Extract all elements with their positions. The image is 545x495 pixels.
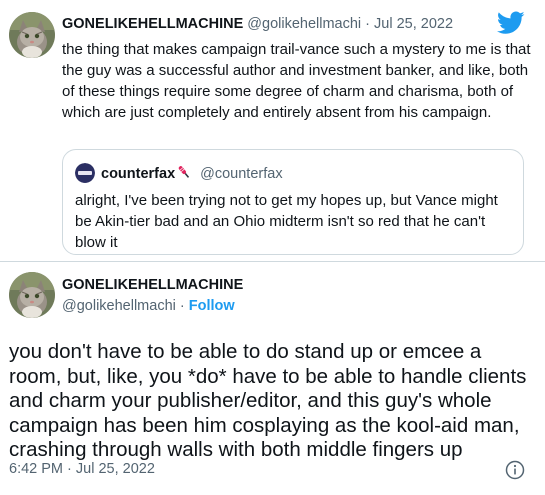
microphone-icon <box>176 164 192 180</box>
parent-tweet: GONELIKEHELLMACHINE @golikehellmachi · J… <box>0 0 545 262</box>
author-handle[interactable]: @golikehellmachi <box>62 298 176 314</box>
quoted-author-name: counterfax <box>101 166 176 182</box>
info-icon[interactable] <box>505 460 525 480</box>
quoted-author-handle: @counterfax <box>200 166 283 182</box>
cat-avatar-image <box>9 272 55 318</box>
author-name[interactable]: GONELIKEHELLMACHINE <box>62 16 243 32</box>
quoted-tweet[interactable]: counterfax @counterfax alright, I've been… <box>62 149 524 255</box>
parent-tweet-header: GONELIKEHELLMACHINE @golikehellmachi · J… <box>62 16 453 32</box>
main-tweet-text: you don't have to be able to do stand up… <box>9 340 527 461</box>
tweet-timestamp[interactable]: 6:42 PM · Jul 25, 2022 <box>9 461 155 477</box>
separator: · <box>365 16 371 32</box>
quoted-tweet-text: alright, I've been trying not to get my … <box>75 192 498 251</box>
separator: · <box>179 298 185 314</box>
follow-button[interactable]: Follow <box>189 298 235 314</box>
author-name[interactable]: GONELIKEHELLMACHINE <box>62 277 243 293</box>
author-handle[interactable]: @golikehellmachi <box>247 16 361 32</box>
quoted-tweet-header: counterfax @counterfax <box>101 164 283 182</box>
parent-tweet-text: the thing that makes campaign trail-vanc… <box>62 41 531 121</box>
cat-avatar-image <box>9 12 55 58</box>
avatar[interactable] <box>9 12 55 58</box>
quoted-avatar <box>75 163 95 183</box>
twitter-bird-icon[interactable] <box>496 11 525 35</box>
author-subline: @golikehellmachi · Follow <box>62 298 235 314</box>
tweet-date[interactable]: Jul 25, 2022 <box>374 16 453 32</box>
avatar[interactable] <box>9 272 55 318</box>
